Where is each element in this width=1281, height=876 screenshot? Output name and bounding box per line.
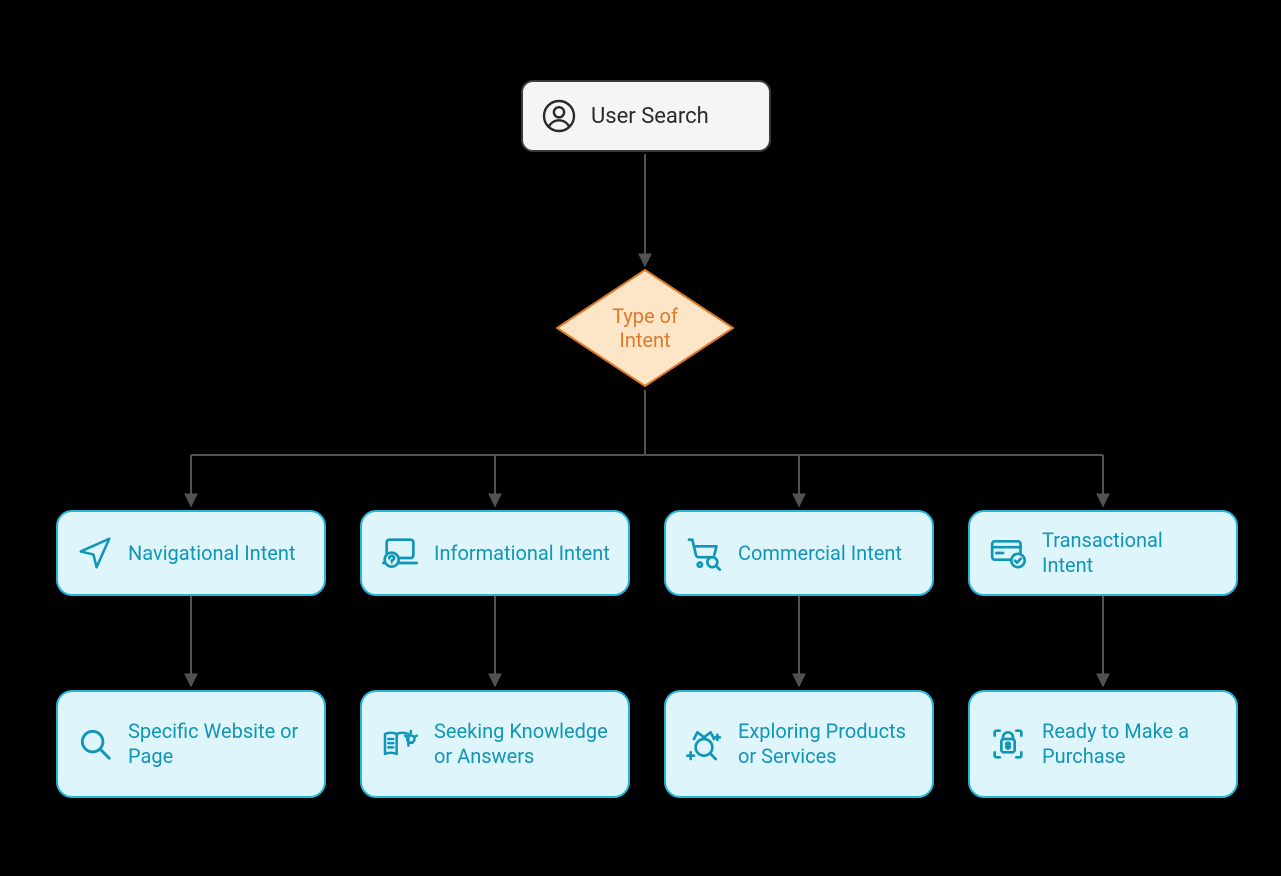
outcome-node-navigational: Specific Website or Page — [56, 690, 326, 798]
book-idea-icon — [380, 724, 420, 764]
user-circle-icon — [541, 98, 577, 134]
outcome-label: Exploring Products or Services — [738, 719, 914, 769]
magnifier-icon — [76, 725, 114, 763]
intent-title: Commercial Intent — [738, 541, 902, 566]
diagram-stage: User Search Type of Intent Navigational … — [0, 0, 1281, 876]
decision-label: Type of Intent — [555, 268, 735, 388]
crown-add-icon — [684, 724, 724, 764]
card-check-icon — [988, 533, 1028, 573]
outcome-node-informational: Seeking Knowledge or Answers — [360, 690, 630, 798]
intent-title: Informational Intent — [434, 541, 610, 566]
purchase-scan-icon — [988, 724, 1028, 764]
compass-arrow-icon — [76, 534, 114, 572]
intent-node-transactional: Transactional Intent — [968, 510, 1238, 596]
outcome-label: Specific Website or Page — [128, 719, 306, 769]
cart-search-icon — [684, 533, 724, 573]
decision-node: Type of Intent — [555, 268, 735, 388]
root-label: User Search — [591, 104, 709, 129]
laptop-question-icon — [380, 533, 420, 573]
outcome-label: Ready to Make a Purchase — [1042, 719, 1218, 769]
intent-node-navigational: Navigational Intent — [56, 510, 326, 596]
intent-title: Transactional Intent — [1042, 528, 1218, 578]
intent-node-informational: Informational Intent — [360, 510, 630, 596]
intent-title: Navigational Intent — [128, 541, 295, 566]
root-node: User Search — [521, 80, 771, 152]
intent-node-commercial: Commercial Intent — [664, 510, 934, 596]
outcome-node-commercial: Exploring Products or Services — [664, 690, 934, 798]
outcome-node-transactional: Ready to Make a Purchase — [968, 690, 1238, 798]
outcome-label: Seeking Knowledge or Answers — [434, 719, 610, 769]
